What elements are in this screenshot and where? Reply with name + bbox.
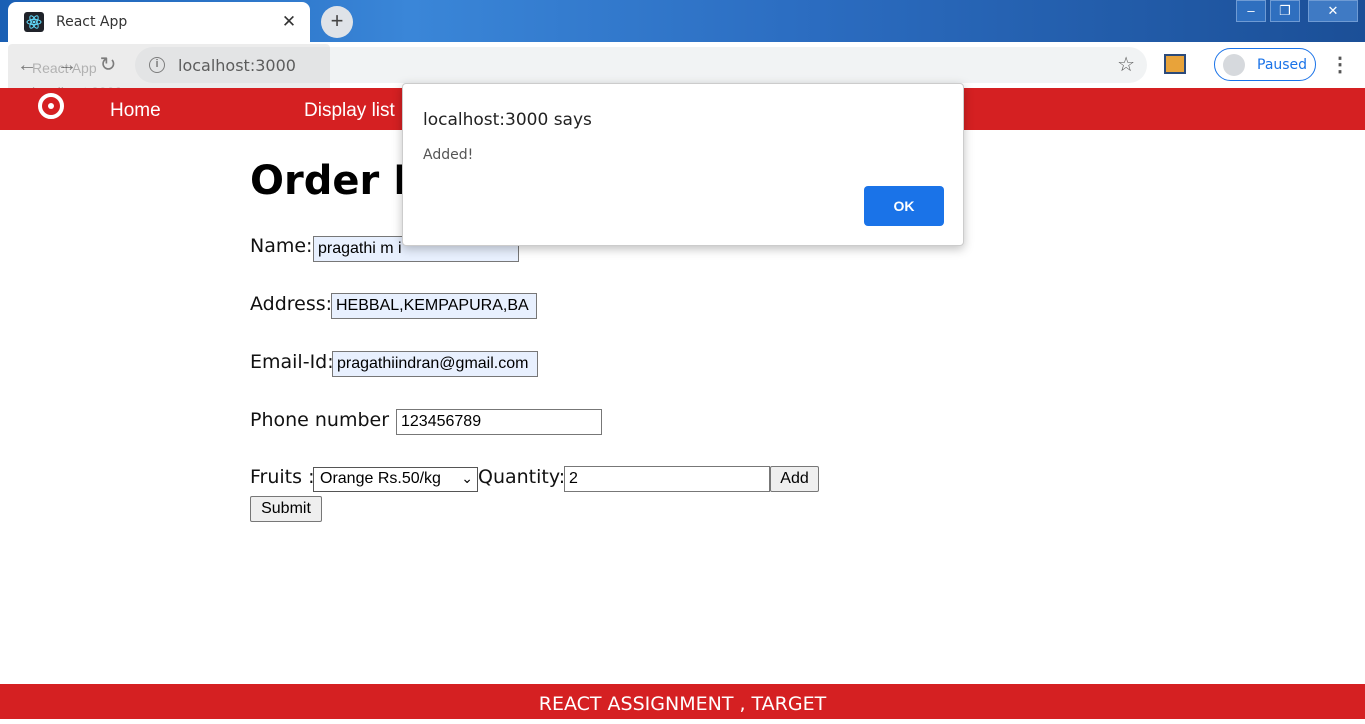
dialog-title: localhost:3000 says [423,110,592,130]
dialog-message: Added! [423,147,474,163]
fruits-label: Fruits : [250,466,315,488]
window-close-button[interactable]: ✕ [1308,0,1358,22]
nav-display-list[interactable]: Display list [304,100,395,122]
phone-input[interactable]: 123456789 [396,409,602,435]
profile-button[interactable]: Paused [1214,48,1316,81]
email-label: Email-Id: [250,351,334,373]
minimize-button[interactable]: – [1236,0,1266,22]
add-button[interactable]: Add [770,466,819,492]
footer: REACT ASSIGNMENT , TARGET [0,684,1365,719]
name-label: Name: [250,235,313,257]
phone-label: Phone number : [250,409,402,431]
avatar [1223,53,1245,76]
ok-button[interactable]: OK [864,186,944,226]
quantity-label: Quantity: [478,466,566,488]
tab-strip: React App ✕ + – ❐ ✕ [0,0,1365,42]
address-input[interactable]: HEBBAL,KEMPAPURA,BA [331,293,537,319]
close-icon[interactable]: ✕ [278,11,300,33]
quantity-input[interactable]: 2 [564,466,770,492]
footer-text: REACT ASSIGNMENT , TARGET [538,693,827,715]
chevron-down-icon: ⌄ [461,470,473,486]
kebab-menu-icon[interactable]: ⋮ [1330,52,1350,77]
fruits-selected-value: Orange Rs.50/kg [320,470,441,487]
address-label: Address: [250,293,333,315]
email-input[interactable]: pragathiindran@gmail.com [332,351,538,377]
restore-button[interactable]: ❐ [1270,0,1300,22]
submit-button[interactable]: Submit [250,496,322,522]
fruits-select[interactable]: Orange Rs.50/kg ⌄ [313,467,478,492]
target-logo-icon[interactable] [38,93,64,119]
react-icon [24,12,44,32]
hovercard-title: React App [32,60,97,76]
profile-status: Paused [1257,56,1308,73]
star-icon[interactable]: ☆ [1117,52,1135,77]
new-tab-button[interactable]: + [321,6,353,38]
alert-dialog: localhost:3000 says Added! OK [402,83,964,246]
browser-tab[interactable]: React App ✕ [8,2,310,42]
nav-home[interactable]: Home [110,100,161,122]
extension-icon[interactable] [1164,54,1186,74]
tab-title: React App [56,14,128,30]
